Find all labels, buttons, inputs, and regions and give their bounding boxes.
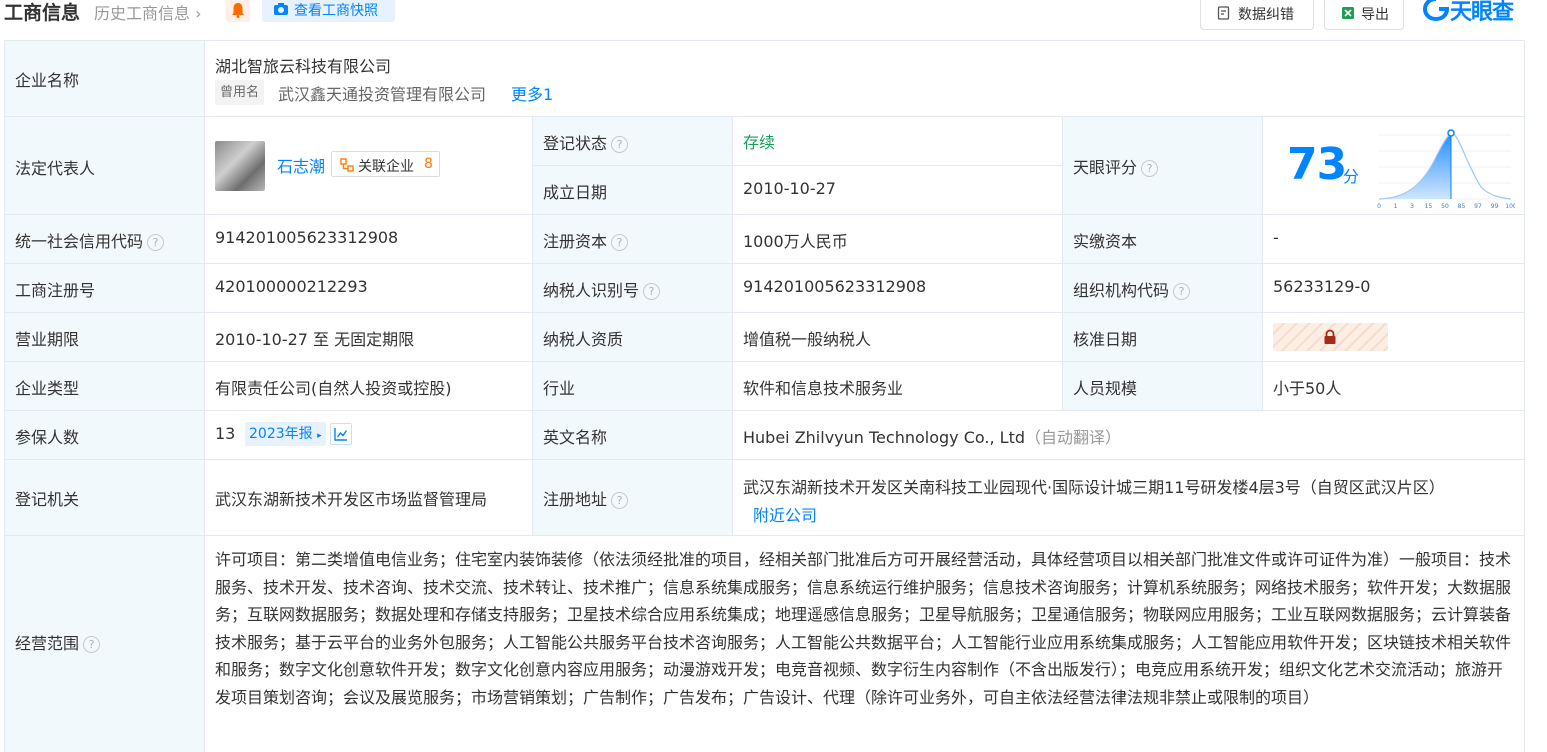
excel-icon — [1342, 7, 1354, 19]
found-date-cell: 2010-10-27 — [733, 166, 1063, 215]
score-axis-tick: 97 — [1474, 203, 1482, 210]
trend-chart-button[interactable] — [330, 423, 352, 445]
related-companies-button[interactable]: 关联企业 8 — [331, 151, 440, 177]
type-cell: 有限责任公司(自然人投资或控股) — [205, 362, 533, 411]
reg-status-label-cell: 登记状态? — [533, 117, 733, 166]
tax-id-cell: 914201005623312908 — [733, 264, 1063, 313]
industry-cell: 软件和信息技术服务业 — [733, 362, 1063, 411]
staff-cell: 小于50人 — [1263, 362, 1525, 411]
term-label-cell: 营业期限 — [5, 313, 205, 362]
score-cell[interactable]: 73 分 0 1 3 15 50 85 97 99 100 — [1263, 117, 1525, 215]
scope-cell: 许可项目：第二类增值电信业务；住宅室内装饰装修（依法须经批准的项目，经相关部门批… — [205, 536, 1525, 752]
camera-icon — [274, 3, 288, 15]
score-axis-tick: 85 — [1458, 203, 1466, 210]
help-icon[interactable]: ? — [643, 283, 661, 300]
reg-capital-cell: 1000万人民币 — [733, 215, 1063, 264]
section-header: 工商信息 历史工商信息 › 查看工商快照 数据纠错 导出 天眼查 — [0, 0, 1547, 32]
legal-rep-cell: 石志潮 关联企业 8 — [205, 117, 533, 215]
company-name: 湖北智旅云科技有限公司 — [215, 57, 392, 76]
reg-no-cell: 420100000212293 — [205, 264, 533, 313]
caret-right-icon: ▸ — [317, 431, 322, 441]
authority-label-cell: 登记机关 — [5, 460, 205, 536]
export-button[interactable]: 导出 — [1324, 0, 1404, 30]
score-axis-tick: 100 — [1505, 203, 1515, 210]
address-value: 武汉东湖新技术开发区关南科技工业园现代·国际设计城三期11号研发楼4层3号（自贸… — [743, 478, 1445, 497]
score-axis-tick: 1 — [1394, 203, 1398, 210]
authority-cell: 武汉东湖新技术开发区市场监督管理局 — [205, 460, 533, 536]
scope-label-cell: 经营范围? — [5, 536, 205, 752]
business-scope-text: 许可项目：第二类增值电信业务；住宅室内装饰装修（依法须经批准的项目，经相关部门批… — [215, 550, 1512, 707]
reg-no-label-cell: 工商注册号 — [5, 264, 205, 313]
address-cell: 武汉东湖新技术开发区关南科技工业园现代·国际设计城三期11号研发楼4层3号（自贸… — [733, 460, 1525, 536]
section-title: 工商信息 — [4, 2, 81, 24]
en-name-label-cell: 英文名称 — [533, 411, 733, 460]
help-icon[interactable]: ? — [611, 234, 629, 251]
avatar[interactable] — [215, 141, 265, 191]
reg-status-cell: 存续 — [733, 117, 1063, 166]
credit-code-cell: 914201005623312908 — [205, 215, 533, 264]
history-link[interactable]: 历史工商信息 › — [94, 0, 202, 24]
former-name-tag: 曾用名 — [215, 80, 265, 105]
chevron-right-icon: › — [195, 4, 202, 23]
en-name-cell: Hubei Zhilvyun Technology Co., Ltd（自动翻译） — [733, 411, 1525, 460]
company-name-label-cell: 企业名称 — [5, 41, 205, 117]
score-unit: 分 — [1343, 167, 1360, 186]
score-axis-tick: 0 — [1377, 203, 1381, 210]
score-axis-tick: 15 — [1425, 203, 1433, 210]
score-axis-tick: 3 — [1410, 203, 1414, 210]
former-name: 武汉鑫天通投资管理有限公司 — [278, 85, 487, 104]
reg-capital-label-cell: 注册资本? — [533, 215, 733, 264]
locked-value[interactable] — [1273, 323, 1388, 351]
help-icon[interactable]: ? — [1173, 283, 1191, 300]
found-date-label-cell: 成立日期 — [533, 166, 733, 215]
approve-date-cell — [1263, 313, 1525, 362]
address-label-cell: 注册地址? — [533, 460, 733, 536]
snapshot-button[interactable]: 查看工商快照 — [262, 0, 395, 22]
more-former-names-link[interactable]: 更多1 — [511, 81, 553, 105]
bell-icon — [232, 3, 244, 18]
approve-date-label-cell: 核准日期 — [1063, 313, 1263, 362]
help-icon[interactable]: ? — [611, 136, 629, 153]
legal-rep-label-cell: 法定代表人 — [5, 117, 205, 215]
company-name-cell: 湖北智旅云科技有限公司 曾用名 武汉鑫天通投资管理有限公司 更多1 — [205, 41, 1525, 117]
logo-mark-icon — [1423, 0, 1449, 21]
tax-id-label-cell: 纳税人识别号? — [533, 264, 733, 313]
network-icon — [340, 158, 354, 172]
help-icon[interactable]: ? — [1141, 160, 1159, 177]
score-axis-tick: 50 — [1441, 203, 1449, 210]
annual-report-link[interactable]: 2023年报 ▸ — [245, 422, 326, 446]
tax-qual-cell: 增值税一般纳税人 — [733, 313, 1063, 362]
insured-label-cell: 参保人数 — [5, 411, 205, 460]
score-distribution-chart: 0 1 3 15 50 85 97 99 100 — [1377, 129, 1515, 210]
tax-qual-label-cell: 纳税人资质 — [533, 313, 733, 362]
paid-capital-label-cell: 实缴资本 — [1063, 215, 1263, 264]
help-icon[interactable]: ? — [147, 234, 165, 251]
insured-cell: 13 2023年报 ▸ — [205, 411, 533, 460]
term-cell: 2010-10-27 至 无固定期限 — [205, 313, 533, 362]
auto-translate-note: （自动翻译） — [1025, 428, 1122, 447]
score-value: 73 — [1287, 139, 1347, 190]
nearby-companies-link[interactable]: 附近公司 — [753, 502, 817, 526]
type-label-cell: 企业类型 — [5, 362, 205, 411]
edit-doc-icon — [1217, 6, 1230, 20]
score-label-cell: 天眼评分? — [1063, 117, 1263, 215]
org-code-label-cell: 组织机构代码? — [1063, 264, 1263, 313]
business-info-table: 企业名称 湖北智旅云科技有限公司 曾用名 武汉鑫天通投资管理有限公司 更多1 法… — [4, 40, 1525, 752]
org-code-cell: 56233129-0 — [1263, 264, 1525, 313]
help-icon[interactable]: ? — [611, 492, 629, 509]
help-icon[interactable]: ? — [83, 636, 101, 653]
line-chart-icon — [334, 428, 348, 441]
lock-icon — [1324, 329, 1336, 344]
credit-code-label-cell: 统一社会信用代码? — [5, 215, 205, 264]
staff-label-cell: 人员规模 — [1063, 362, 1263, 411]
reg-status-value: 存续 — [743, 133, 776, 152]
score-axis-tick: 99 — [1491, 203, 1499, 210]
paid-capital-cell: - — [1263, 215, 1525, 264]
industry-label-cell: 行业 — [533, 362, 733, 411]
legal-rep-name-link[interactable]: 石志潮 — [277, 153, 325, 177]
correct-data-button[interactable]: 数据纠错 — [1200, 0, 1314, 30]
monitor-bell-button[interactable] — [226, 0, 250, 22]
